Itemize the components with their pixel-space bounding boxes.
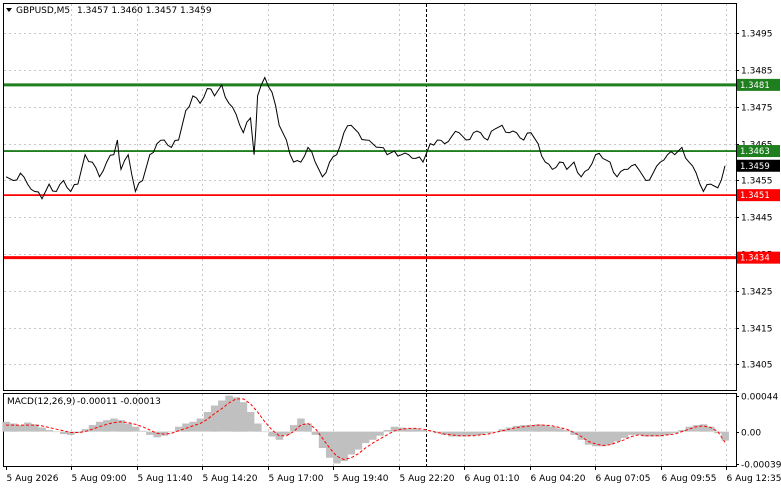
symbol-timeframe: GBPUSD,M5: [16, 6, 70, 16]
time-tick-label: 6 Aug 07:05: [596, 474, 651, 484]
macd-histogram-bar: [635, 431, 643, 435]
time-axis: 5 Aug 2026 5 Aug 09:00 5 Aug 11:40 5 Aug 14…: [6, 466, 781, 484]
resistance-level-tag-label: 1.3463: [740, 147, 770, 157]
macd-tick-label: -0.00039: [741, 461, 781, 471]
macd-histogram-bar: [326, 431, 334, 458]
macd-histogram-bar: [620, 431, 629, 439]
price-tick-label: 1.3405: [741, 361, 773, 371]
macd-axis: 0.00044 0.00 -0.00039: [736, 393, 781, 471]
macd-histogram-bar: [484, 431, 492, 434]
macd-histogram-bar: [685, 426, 693, 432]
macd-histogram-bar: [290, 425, 298, 432]
macd-histogram-bar: [124, 423, 133, 432]
macd-tick-label: 0.00: [741, 429, 761, 439]
macd-histogram-bar: [469, 431, 478, 436]
time-tick-label: 6 Aug 12:35: [727, 474, 781, 484]
macd-histogram-bar: [311, 431, 320, 435]
macd-histogram-bar: [520, 425, 528, 432]
macd-histogram-bar: [563, 430, 571, 432]
time-tick-label: 5 Aug 14:20: [203, 474, 258, 484]
macd-histogram-bar: [541, 425, 550, 432]
macd-histogram-bar: [210, 405, 219, 432]
macd-histogram-bar: [52, 431, 61, 433]
macd-histogram-bar: [232, 397, 240, 432]
support-level-tag-label: 1.3434: [740, 254, 770, 264]
price-panel-frame: [3, 3, 737, 391]
time-tick-label: 6 Aug 09:55: [662, 474, 717, 484]
macd-histogram-bar: [103, 420, 111, 432]
macd-histogram-bar: [203, 412, 212, 432]
macd-histogram-bar: [721, 431, 729, 441]
time-tick-label: 5 Aug 22:20: [400, 474, 455, 484]
macd-histogram-bar: [361, 431, 370, 444]
time-tick-label: 5 Aug 19:40: [334, 474, 389, 484]
price-tick-label: 1.3495: [741, 30, 773, 40]
macd-histogram-bar: [556, 428, 564, 432]
trading-chart[interactable]: 1.34951.34851.34751.34651.34551.34451.34…: [0, 0, 781, 489]
price-tick-label: 1.3485: [741, 67, 773, 77]
macd-histogram-bar: [628, 431, 636, 435]
macd-histogram-bar: [699, 424, 708, 432]
macd-histogram-bar: [426, 431, 435, 433]
price-tick-label: 1.3455: [741, 177, 773, 187]
resistance-level-tag-label: 1.3481: [740, 81, 770, 91]
macd-histogram-bar: [606, 431, 614, 445]
price-tick-label: 1.3445: [741, 214, 773, 224]
current-price-tag-label: 1.3459: [740, 162, 770, 172]
macd-histogram-bar: [282, 431, 291, 435]
macd-histogram-bar: [584, 431, 593, 445]
macd-histogram-bar: [24, 422, 32, 432]
support-level-tag-label: 1.3451: [740, 191, 770, 201]
macd-histogram-bar: [45, 430, 54, 432]
macd-histogram-bar: [218, 400, 226, 432]
macd-histogram-bar: [369, 431, 377, 440]
macd-histogram-bar: [304, 423, 312, 432]
macd-histogram-bar: [2, 421, 10, 432]
macd-histogram-bar: [261, 431, 269, 433]
macd-histogram-bar: [376, 431, 384, 436]
ohlc-values: 1.3457 1.3460 1.3457 1.3459: [77, 6, 212, 16]
macd-histogram-bar: [692, 425, 701, 432]
macd-histogram-bar: [613, 431, 622, 442]
macd-histogram-bar: [38, 427, 46, 432]
macd-histogram-bar: [333, 431, 341, 464]
macd-histogram-bar: [448, 431, 456, 437]
price-tick-label: 1.3415: [741, 325, 773, 335]
macd-tick-label: 0.00044: [741, 393, 778, 403]
price-tick-label: 1.3475: [741, 104, 773, 114]
time-tick-label: 5 Aug 09:00: [72, 474, 127, 484]
time-tick-label: 6 Aug 04:20: [531, 474, 586, 484]
macd-histogram-bar: [599, 431, 607, 447]
macd-histogram-bar: [196, 418, 205, 432]
macd-histogram-bar: [131, 426, 140, 432]
macd-histogram-bar: [254, 423, 262, 432]
macd-histogram-bar: [110, 418, 118, 432]
macd-histogram-bar: [383, 430, 391, 432]
macd-histogram-bar: [548, 426, 557, 432]
macd-title: MACD(12,26,9): [7, 397, 75, 407]
macd-histogram-bar: [246, 412, 255, 432]
macd-histogram-bar: [347, 431, 356, 455]
macd-histogram-bar: [354, 431, 363, 450]
macd-histogram-bar: [225, 395, 233, 432]
macd-histogram-bar: [340, 431, 348, 462]
macd-histogram-bar: [146, 431, 154, 435]
price-tick-label: 1.3425: [741, 288, 773, 298]
time-tick-label: 5 Aug 2026: [7, 474, 59, 484]
macd-histogram-bar: [297, 418, 305, 432]
time-tick-label: 6 Aug 01:10: [465, 474, 520, 484]
time-tick-label: 5 Aug 17:00: [269, 474, 324, 484]
time-tick-label: 5 Aug 11:40: [138, 474, 193, 484]
macd-values: -0.00011 -0.00013: [77, 397, 161, 407]
macd-histogram-bar: [239, 402, 248, 432]
macd-histogram-bar: [16, 425, 25, 432]
macd-histogram-bar: [139, 430, 147, 432]
